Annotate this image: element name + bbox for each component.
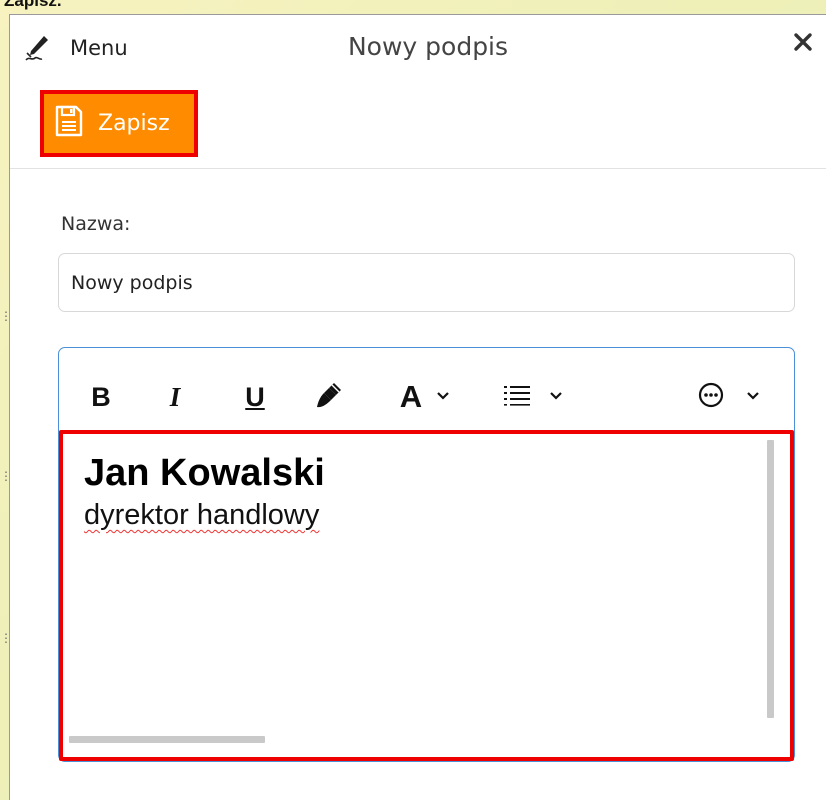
dialog-title: Nowy podpis [347,32,509,61]
name-label: Nazwa: [61,213,131,235]
save-document-icon [54,105,84,142]
dialog-header: Menu Nowy podpis [10,15,826,77]
top-caption: Zapisz. [4,0,62,10]
bold-button[interactable]: B [87,378,115,416]
background-edge-marker: ⋮ [0,309,12,323]
paintbrush-icon [314,380,344,415]
more-options-button[interactable] [692,378,766,416]
signature-content-area[interactable]: Jan Kowalski dyrektor handlowy [59,430,794,761]
font-color-button[interactable]: A [389,378,461,416]
save-label: Zapisz [98,111,170,136]
background-edge-marker: ⋮ [0,469,12,483]
signature-editor: B I U A Jan Kowalski dyrektor handlowy [58,347,795,762]
more-dots-icon [698,382,724,413]
format-painter-button[interactable] [311,378,347,416]
signature-name-text: Jan Kowalski [84,452,325,494]
name-input[interactable] [58,253,795,312]
signature-role-text: dyrektor handlowy [84,499,320,531]
dialog-toolbar: Zapisz [10,77,826,169]
background-edge-marker: ⋮ [0,631,12,645]
close-icon [793,32,813,57]
chevron-down-icon [746,388,760,406]
save-button[interactable]: Zapisz [40,90,198,157]
editor-toolbar: B I U A [59,348,794,430]
font-color-label: A [399,379,423,414]
vertical-scrollbar[interactable] [767,440,774,718]
signature-dialog: Menu Nowy podpis Zapisz Nazwa: Nowy podp… [9,14,826,800]
close-button[interactable] [790,31,816,57]
underline-button[interactable]: U [238,378,272,416]
chevron-down-icon [549,388,563,406]
horizontal-scrollbar[interactable] [69,736,265,743]
bullet-list-icon [503,384,531,411]
italic-button[interactable]: I [161,378,189,416]
list-button[interactable] [496,378,570,416]
chevron-down-icon [436,388,450,406]
